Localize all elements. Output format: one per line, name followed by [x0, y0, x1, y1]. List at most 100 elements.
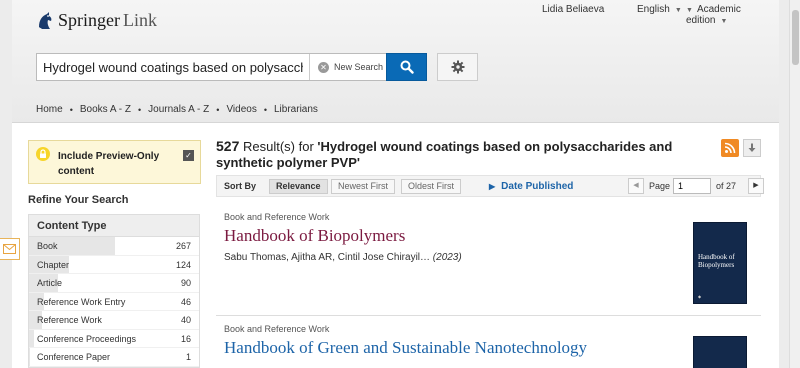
- site-header: Springer Link Lidia Beliaeva English ▼ ▼ Ac…: [12, 0, 779, 123]
- result-title-link[interactable]: Handbook of Biopolymers: [224, 226, 761, 246]
- preview-only-toggle[interactable]: Include Preview-Only content ✓: [28, 140, 201, 184]
- language-menu[interactable]: English ▼: [637, 4, 682, 15]
- facet-count: 16: [180, 333, 191, 344]
- facet-count: 267: [175, 241, 191, 251]
- triangle-right-icon: ▶: [489, 182, 496, 191]
- facet-label: Chapter: [37, 259, 70, 270]
- sort-relevance-button[interactable]: Relevance: [269, 179, 328, 194]
- lock-icon: [36, 147, 50, 161]
- download-icon: [748, 143, 756, 152]
- scrollbar-thumb[interactable]: [792, 10, 799, 65]
- sort-bar: Sort By Relevance Newest First Oldest Fi…: [216, 175, 764, 197]
- facet-item-reference-work-entry[interactable]: Reference Work Entry 46: [29, 292, 199, 311]
- facet-count: 124: [175, 259, 191, 270]
- new-search-button[interactable]: ✕ New Search: [309, 54, 398, 80]
- previous-page-button[interactable]: ◀: [628, 178, 644, 194]
- result-count: 527: [216, 138, 240, 154]
- caret-down-icon: ▼: [686, 7, 693, 14]
- brand-name: Springer: [58, 10, 120, 30]
- facet-heading: Content Type: [29, 215, 199, 237]
- nav-home[interactable]: Home: [36, 104, 63, 115]
- facet-label: Conference Proceedings: [37, 333, 137, 344]
- next-page-button[interactable]: ▶: [748, 178, 764, 194]
- sort-oldest-button[interactable]: Oldest First: [401, 179, 462, 194]
- edition-label: Academic edition: [686, 4, 741, 26]
- page: Springer Link Lidia Beliaeva English ▼ ▼ Ac…: [12, 0, 779, 368]
- cover-publisher-mark: ◆: [698, 294, 702, 299]
- page-label: Page: [649, 181, 671, 191]
- date-published-label: Date Published: [501, 181, 574, 192]
- nav-separator: •: [216, 104, 220, 115]
- gear-icon: [451, 60, 464, 74]
- content-type-facet: Content Type Book 267 Chapter 124 Articl…: [28, 214, 200, 368]
- user-name: Lidia Beliaeva: [542, 4, 605, 15]
- main-nav: Home • Books A - Z • Journals A - Z • Vi…: [36, 104, 318, 115]
- facet-item-conference-paper[interactable]: Conference Paper 1: [29, 348, 199, 367]
- nav-journals[interactable]: Journals A - Z: [148, 104, 209, 115]
- nav-books[interactable]: Books A - Z: [80, 104, 131, 115]
- facet-label: Article: [37, 278, 63, 288]
- result-item: Book and Reference Work Handbook of Biop…: [216, 212, 761, 304]
- search-box: ✕ New Search: [36, 53, 398, 81]
- page-number-input[interactable]: [673, 178, 711, 194]
- facet-count: 90: [180, 278, 191, 288]
- page-total: of 27: [716, 181, 737, 191]
- nav-separator: •: [69, 104, 73, 115]
- facet-bar: [29, 348, 30, 366]
- facet-item-article[interactable]: Article 90: [29, 274, 199, 293]
- envelope-icon: [3, 244, 16, 254]
- search-settings-button[interactable]: [437, 53, 478, 81]
- language-label: English: [637, 4, 670, 15]
- facet-item-book[interactable]: Book 267: [29, 237, 199, 256]
- download-results-button[interactable]: [743, 139, 761, 157]
- nav-librarians[interactable]: Librarians: [274, 104, 318, 115]
- refine-title: Refine Your Search: [28, 194, 129, 206]
- book-cover-image[interactable]: Handbook of Biopolymers ◆: [693, 222, 747, 304]
- springer-link-logo[interactable]: Springer Link: [36, 10, 157, 31]
- feedback-tab[interactable]: [0, 238, 20, 260]
- result-content-type: Book and Reference Work: [224, 212, 330, 222]
- result-content-type: Book and Reference Work: [224, 324, 330, 334]
- book-cover-image[interactable]: [693, 336, 747, 368]
- rss-feed-button[interactable]: [721, 139, 739, 157]
- search-button[interactable]: [386, 53, 427, 81]
- facet-bar: [29, 329, 34, 347]
- facet-count: 1: [185, 352, 191, 362]
- facet-label: Book: [37, 241, 58, 251]
- author-list: Sabu Thomas, Ajitha AR, Cintil Jose Chir…: [224, 252, 431, 263]
- facet-count: 46: [180, 296, 191, 307]
- facet-item-chapter[interactable]: Chapter 124: [29, 255, 199, 274]
- facet-label: Conference Paper: [37, 352, 111, 362]
- facet-label: Reference Work Entry: [37, 296, 126, 307]
- nav-separator: •: [137, 104, 142, 115]
- new-search-label: New Search: [334, 62, 384, 72]
- search-input[interactable]: [37, 54, 309, 80]
- facet-item-reference-work[interactable]: Reference Work 40: [29, 311, 199, 330]
- date-published-toggle[interactable]: ▶ Date Published: [489, 181, 573, 192]
- edition-menu[interactable]: ▼ Academic edition ▼: [686, 4, 779, 26]
- clear-icon: ✕: [318, 61, 329, 73]
- search-icon: [400, 60, 414, 74]
- user-menu[interactable]: Lidia Beliaeva: [542, 4, 604, 15]
- result-item: Book and Reference Work Handbook of Gree…: [216, 324, 761, 368]
- facet-label: Reference Work: [37, 315, 102, 325]
- preview-only-label: Include Preview-Only content: [58, 151, 160, 177]
- rss-icon: [724, 142, 736, 154]
- caret-down-icon: ▼: [720, 18, 728, 25]
- result-divider: [216, 315, 761, 316]
- nav-videos[interactable]: Videos: [226, 104, 256, 115]
- page-scrollbar[interactable]: [789, 0, 800, 368]
- results-heading: 527 Result(s) for 'Hydrogel wound coatin…: [216, 138, 721, 171]
- nav-separator: •: [263, 104, 267, 115]
- result-title-link[interactable]: Handbook of Green and Sustainable Nanote…: [224, 338, 761, 358]
- brand-suffix: Link: [123, 10, 157, 30]
- caret-down-icon: ▼: [674, 7, 682, 14]
- sort-newest-button[interactable]: Newest First: [331, 179, 396, 194]
- result-authors: Sabu Thomas, Ajitha AR, Cintil Jose Chir…: [224, 252, 761, 263]
- publication-year: (2023): [432, 252, 462, 263]
- result-label: Result(s) for: [242, 139, 314, 154]
- facet-count: 40: [180, 315, 191, 325]
- facet-item-conference-proceedings[interactable]: Conference Proceedings 16: [29, 329, 199, 348]
- sort-label: Sort By: [224, 181, 257, 191]
- preview-only-checkbox[interactable]: ✓: [183, 150, 194, 161]
